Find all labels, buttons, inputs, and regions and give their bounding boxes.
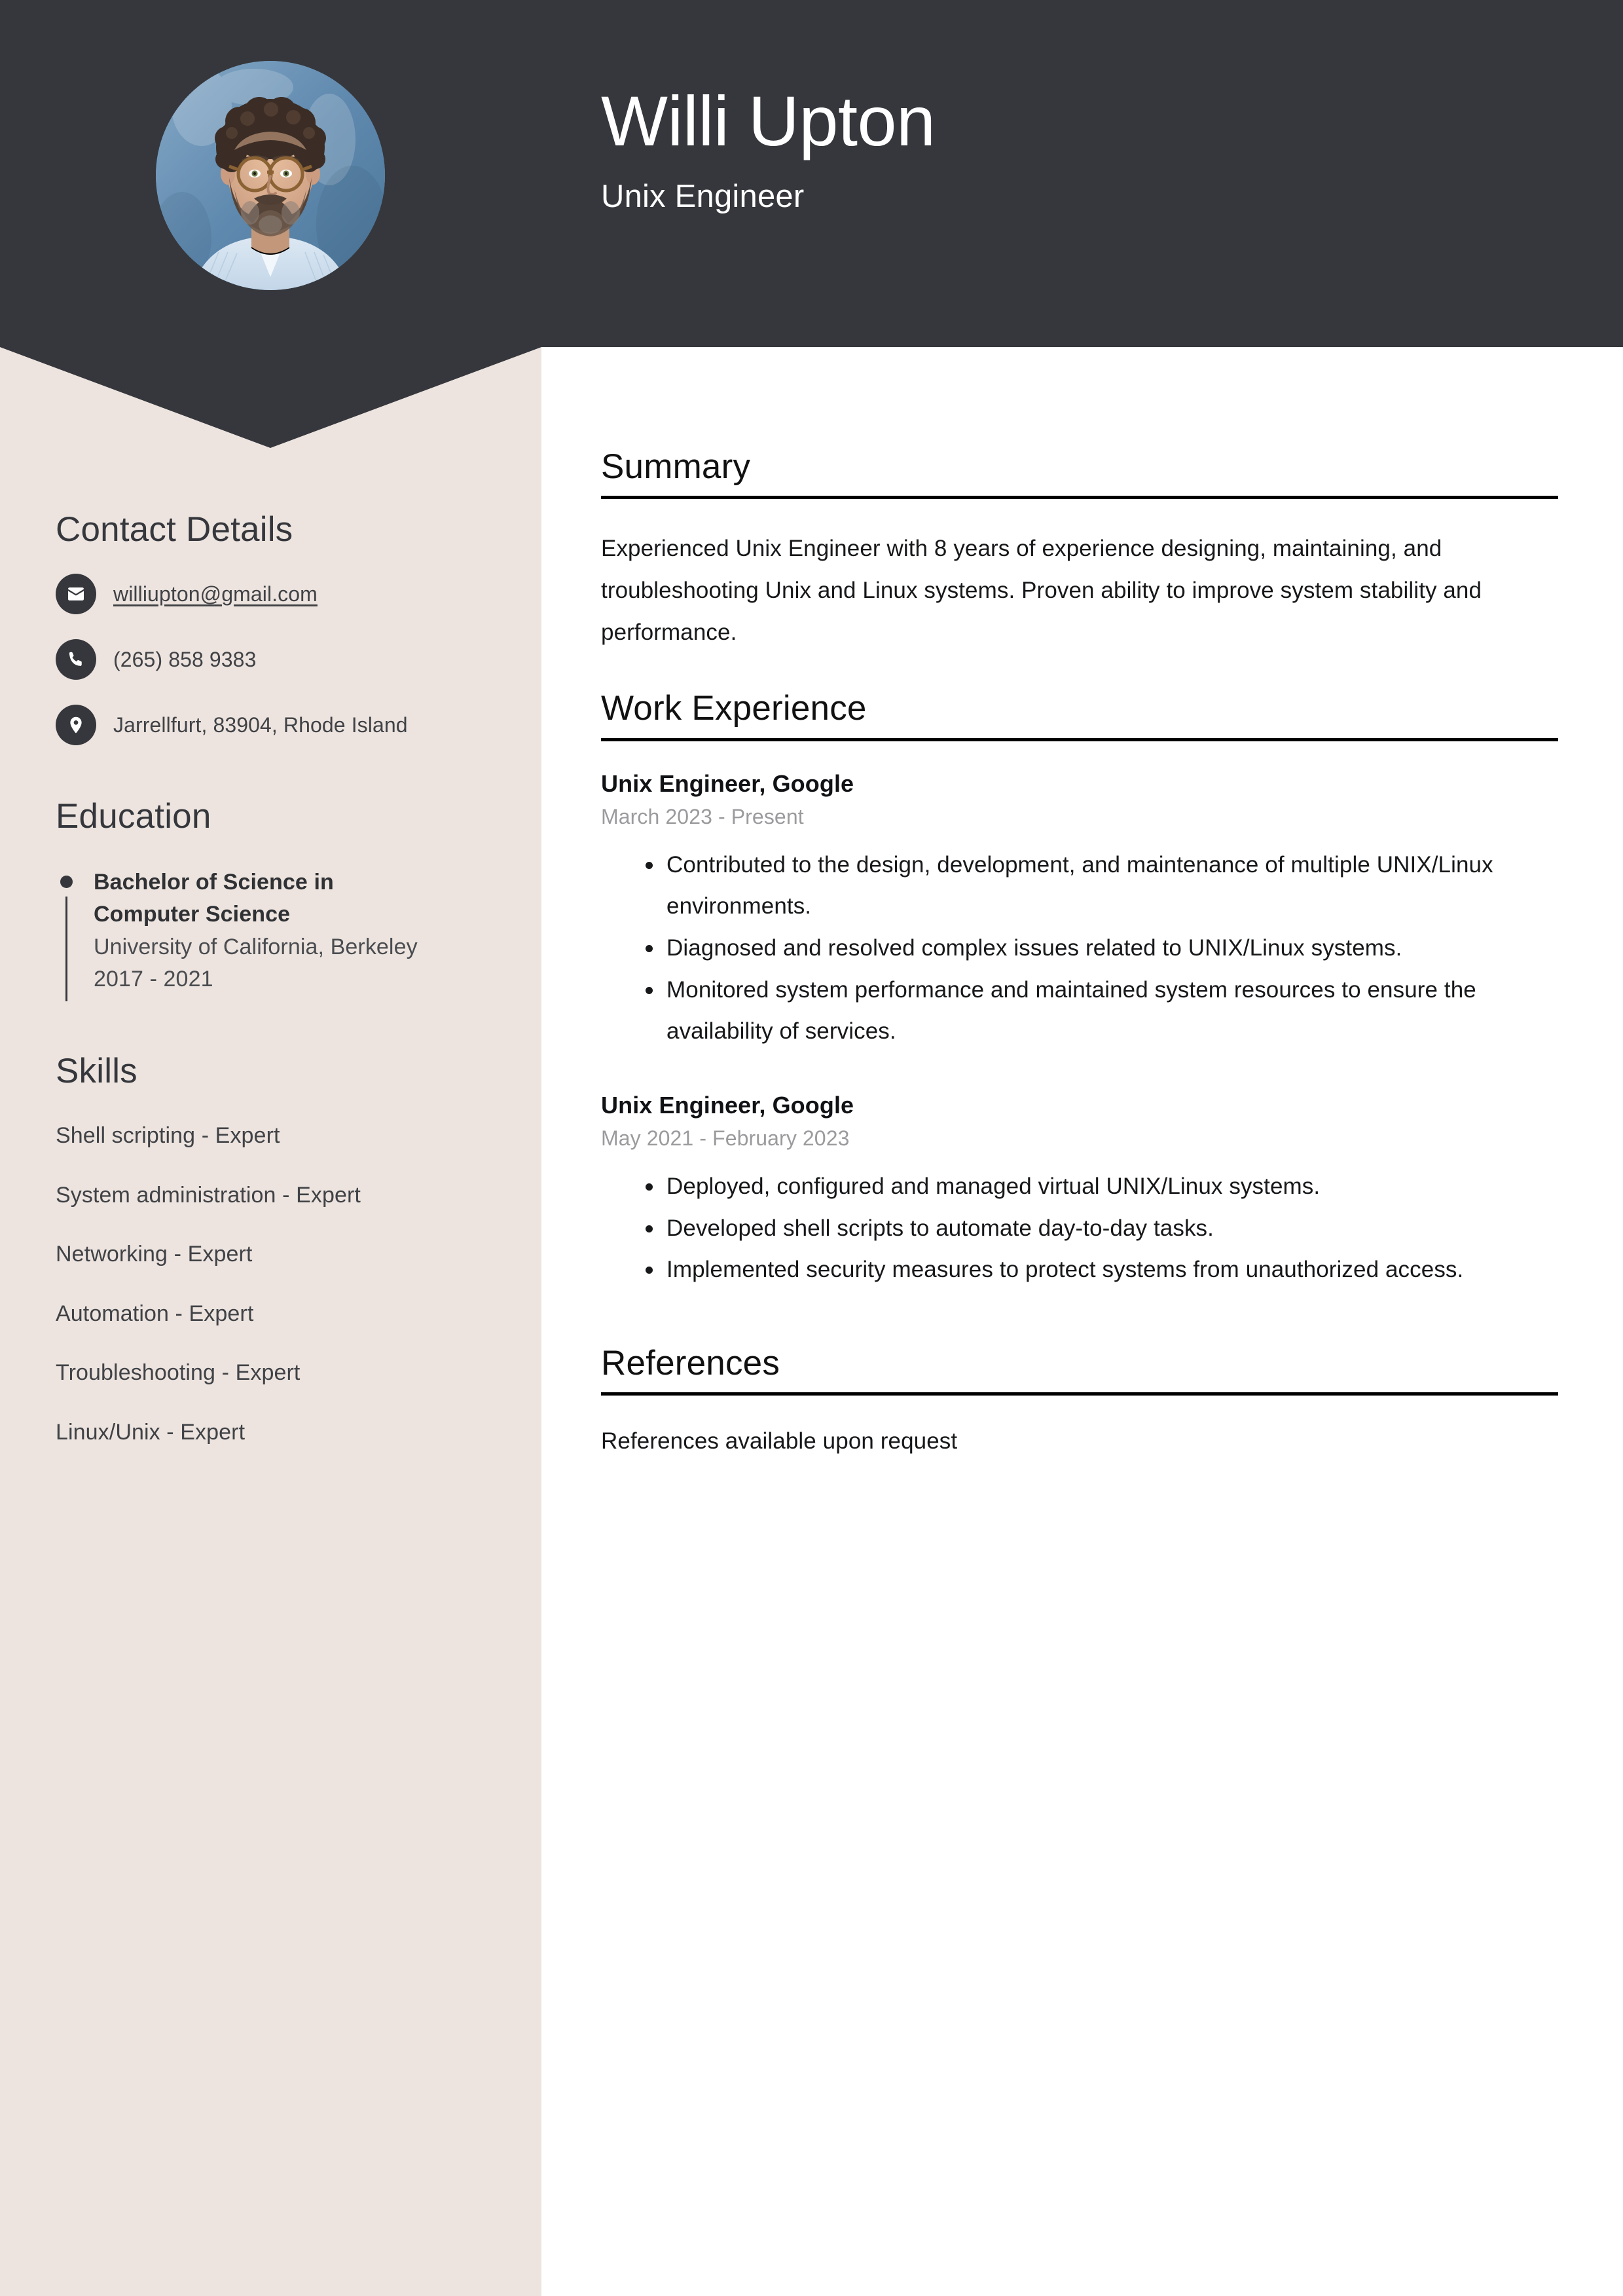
contact-item-email[interactable]: williupton@gmail.com (56, 574, 490, 615)
skill-item: Shell scripting - Expert (56, 1123, 280, 1149)
page-title: Willi Upton (601, 81, 936, 160)
skill-item: System administration - Expert (56, 1182, 361, 1208)
header-text: Willi Upton Unix Engineer (601, 81, 936, 215)
job-dates: May 2021 - February 2023 (601, 1126, 850, 1150)
skill-item: Troubleshooting - Expert (56, 1360, 301, 1386)
phone-icon (56, 639, 96, 680)
job-bullet: Monitored system performance and maintai… (601, 969, 1558, 1052)
section-divider (601, 496, 1558, 500)
education-item: Bachelor of Science in Computer Science … (56, 866, 490, 1002)
timeline-line (65, 896, 67, 1002)
contact-email-value[interactable]: williupton@gmail.com (113, 582, 318, 606)
references-text: References available upon request (601, 1428, 958, 1454)
summary-section: Summary Experienced Unix Engineer with 8… (601, 448, 1558, 653)
work-experience-heading: Work Experience (601, 689, 867, 728)
skill-item: Linux/Unix - Expert (56, 1419, 246, 1445)
job-title: Unix Engineer, Google (601, 1091, 854, 1119)
job-dates: March 2023 - Present (601, 804, 804, 828)
work-experience-section: Work Experience Unix Engineer, Google Ma… (601, 690, 1558, 1291)
job-bullet: Developed shell scripts to automate day-… (601, 1208, 1558, 1250)
section-divider (601, 1392, 1558, 1396)
job-title: Unix Engineer, Google (601, 769, 854, 797)
job-bullet: Diagnosed and resolved complex issues re… (601, 927, 1558, 969)
skills-section: Skills Shell scripting - Expert System a… (56, 1052, 490, 1446)
job-entry: Unix Engineer, Google May 2021 - Februar… (601, 1090, 1558, 1291)
contact-details-heading: Contact Details (56, 510, 293, 549)
avatar (156, 61, 385, 290)
education-school: University of California, Berkeley (94, 934, 418, 959)
map-pin-icon (56, 705, 96, 746)
contact-item-address[interactable]: Jarrellfurt, 83904, Rhode Island (56, 705, 490, 746)
skills-heading: Skills (56, 1052, 137, 1091)
education-dates: 2017 - 2021 (94, 967, 213, 992)
skill-item: Automation - Expert (56, 1301, 254, 1326)
envelope-icon (56, 574, 96, 615)
summary-text: Experienced Unix Engineer with 8 years o… (601, 536, 1482, 645)
job-entry: Unix Engineer, Google March 2023 - Prese… (601, 769, 1558, 1052)
job-bullet: Implemented security measures to protect… (601, 1249, 1558, 1291)
references-section: References References available upon req… (601, 1344, 1558, 1460)
job-bullet-list: Deployed, configured and managed virtual… (601, 1166, 1558, 1291)
resume-page: Willi Upton Unix Engineer Contact Detail… (0, 0, 1623, 2296)
sidebar: Contact Details williupton@gmail.com (26… (0, 448, 541, 1446)
contact-item-phone[interactable]: (265) 858 9383 (56, 639, 490, 680)
job-bullet: Deployed, configured and managed virtual… (601, 1166, 1558, 1208)
references-heading: References (601, 1344, 780, 1383)
job-bullet: Contributed to the design, development, … (601, 844, 1558, 927)
education-degree: Bachelor of Science in Computer Science (94, 869, 334, 927)
education-heading: Education (56, 797, 211, 836)
contact-address-value[interactable]: Jarrellfurt, 83904, Rhode Island (113, 713, 408, 737)
contact-phone-value[interactable]: (265) 858 9383 (113, 647, 256, 672)
education-section: Education Bachelor of Science in Compute… (56, 797, 490, 1002)
summary-heading: Summary (601, 447, 751, 486)
job-bullet-list: Contributed to the design, development, … (601, 844, 1558, 1052)
contact-details-section: Contact Details williupton@gmail.com (26… (56, 510, 490, 746)
bullet-icon (60, 875, 73, 888)
header-job-title: Unix Engineer (601, 179, 805, 215)
skill-item: Networking - Expert (56, 1242, 253, 1267)
section-divider (601, 737, 1558, 741)
main-content: Summary Experienced Unix Engineer with 8… (601, 448, 1558, 1460)
